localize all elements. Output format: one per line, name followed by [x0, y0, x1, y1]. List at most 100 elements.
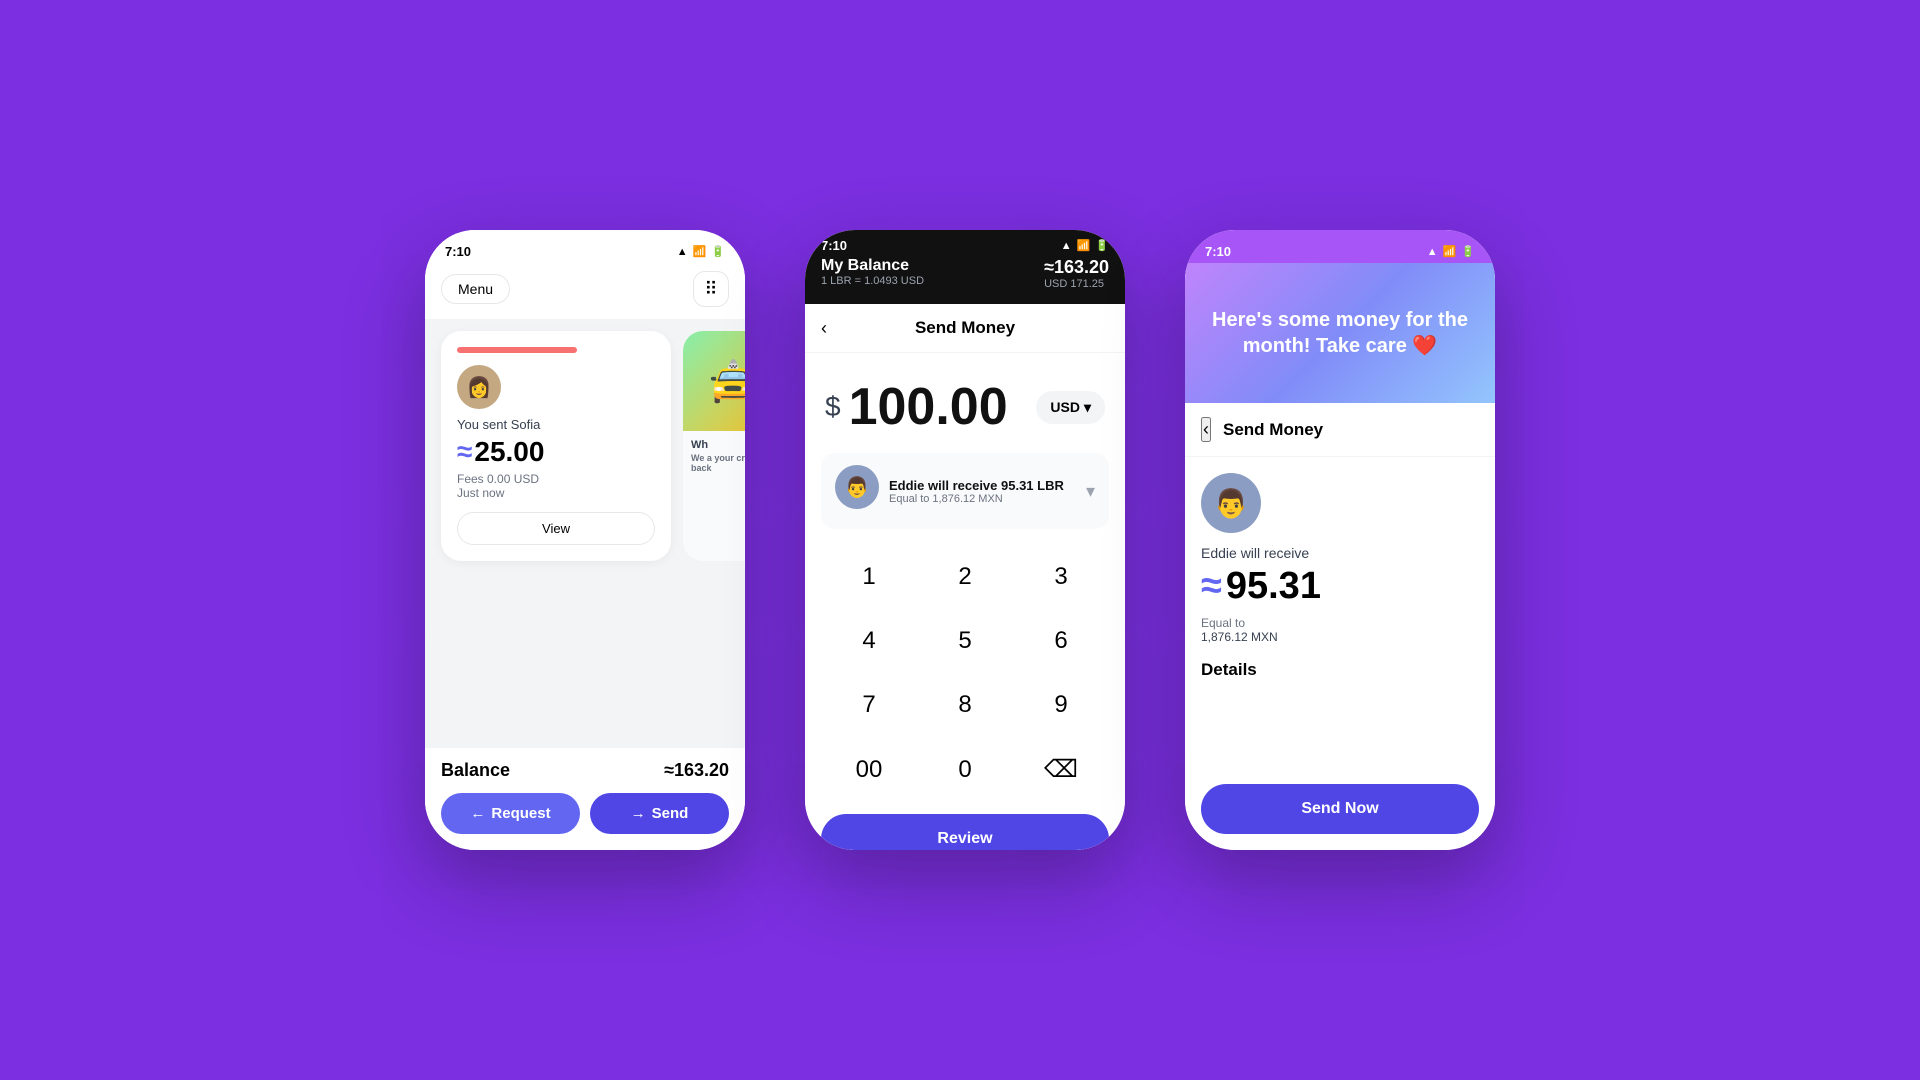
- num-00-key[interactable]: 00: [825, 741, 913, 798]
- expand-icon[interactable]: ▾: [1086, 481, 1095, 502]
- phone-3-status-icons: ▲ 📶 🔋: [1427, 245, 1475, 258]
- time-label: Just now: [457, 486, 655, 500]
- action-buttons: ← Request → Send: [441, 793, 729, 834]
- recipient-name: Eddie will receive 95.31 LBR: [889, 478, 1076, 493]
- currency-selector[interactable]: USD ▾: [1036, 391, 1105, 424]
- back-button[interactable]: ‹: [821, 318, 827, 339]
- phone-1-header: Menu ⠿: [425, 263, 745, 319]
- signal-icon-3: ▲: [1427, 246, 1438, 258]
- phones-container: 7:10 ▲ 📶 🔋 Menu ⠿ 👩: [425, 230, 1495, 850]
- recipient-row: 👨 Eddie will receive 95.31 LBR Equal to …: [821, 453, 1109, 529]
- cards-area: 👩 You sent Sofia ≈ 25.00 Fees 0.00 USD J…: [425, 319, 745, 573]
- numpad: 1 2 3 4 5 6 7 8 9 00 0 ⌫: [805, 549, 1125, 798]
- eddie-avatar-sm: 👨: [835, 465, 879, 509]
- recipient-section: 👨 Eddie will receive ≈ 95.31 Equal to 1,…: [1185, 457, 1495, 660]
- details-section: Details: [1185, 660, 1495, 688]
- battery-icon-2: 🔋: [1095, 239, 1109, 252]
- num-4-key[interactable]: 4: [825, 613, 913, 669]
- balance-amount: ≈163.20: [664, 760, 729, 781]
- num-7-key[interactable]: 7: [825, 677, 913, 733]
- balance-big-amount: ≈163.20: [1044, 257, 1109, 278]
- review-btn-container: Review: [805, 798, 1125, 850]
- balance-left: My Balance 1 LBR = 1.0493 USD: [821, 257, 924, 287]
- chevron-down-icon: ▾: [1084, 399, 1091, 416]
- phone-2-time: 7:10: [821, 238, 847, 253]
- send-button[interactable]: → Send: [590, 793, 729, 834]
- equal-to-label: Equal to: [1201, 616, 1479, 630]
- wifi-icon-3: 📶: [1443, 245, 1457, 258]
- phone-1-status-bar: 7:10 ▲ 📶 🔋: [425, 230, 745, 263]
- request-icon: ←: [470, 805, 485, 822]
- promo-image: 🚖: [683, 331, 745, 431]
- amount-number: 100.00: [849, 377, 1008, 437]
- battery-icon: 🔋: [711, 245, 725, 258]
- receive-amount: ≈ 95.31: [1201, 565, 1479, 608]
- wifi-icon: 📶: [693, 245, 707, 258]
- qr-button[interactable]: ⠿: [693, 271, 729, 307]
- num-8-key[interactable]: 8: [921, 677, 1009, 733]
- card-accent-bar: [457, 347, 577, 353]
- backspace-key[interactable]: ⌫: [1017, 741, 1105, 798]
- sofia-avatar: 👩: [457, 365, 501, 409]
- details-title: Details: [1201, 660, 1479, 680]
- send-money-header-3: ‹ Send Money: [1185, 403, 1495, 457]
- phone-1: 7:10 ▲ 📶 🔋 Menu ⠿ 👩: [425, 230, 745, 850]
- phone-3: 7:10 ▲ 📶 🔋 Here's some money for the mon…: [1185, 230, 1495, 850]
- request-button[interactable]: ← Request: [441, 793, 580, 834]
- menu-button[interactable]: Menu: [441, 274, 510, 304]
- num-5-key[interactable]: 5: [921, 613, 1009, 669]
- balance-right: ≈163.20 USD 171.25: [1044, 257, 1109, 290]
- send-icon: →: [631, 805, 646, 822]
- recipient-equiv: Equal to 1,876.12 MXN: [889, 493, 1076, 505]
- phone-3-time: 7:10: [1205, 244, 1231, 259]
- balance-footer: Balance ≈163.20 ← Request → Send: [425, 748, 745, 850]
- sent-label: You sent Sofia: [457, 417, 655, 432]
- will-receive-label: Eddie will receive: [1201, 545, 1479, 561]
- lbr-rate: 1 LBR = 1.0493 USD: [821, 275, 924, 287]
- qr-icon: ⠿: [704, 279, 717, 300]
- phone-2-status-bar: 7:10 ▲ 📶 🔋: [821, 238, 1109, 257]
- back-button-3[interactable]: ‹: [1201, 417, 1211, 442]
- dollar-sign: $: [825, 391, 841, 423]
- wifi-icon-2: 📶: [1077, 239, 1091, 252]
- phone-2: 7:10 ▲ 📶 🔋 My Balance 1 LBR = 1.0493 USD…: [805, 230, 1125, 850]
- usd-amount: USD 171.25: [1044, 278, 1109, 290]
- promo-card: 🚖 Wh We a your cryp back: [683, 331, 745, 561]
- hero-section: Here's some money for the month! Take ca…: [1185, 263, 1495, 403]
- send-money-title: Send Money: [915, 318, 1015, 338]
- hero-message: Here's some money for the month! Take ca…: [1205, 307, 1475, 359]
- num-1-key[interactable]: 1: [825, 549, 913, 605]
- promo-title: Wh We a your cryp back: [683, 431, 745, 481]
- signal-icon: ▲: [677, 246, 688, 258]
- view-button[interactable]: View: [457, 512, 655, 545]
- balance-row: Balance ≈163.20: [441, 760, 729, 781]
- tilde-icon-3: ≈: [1201, 565, 1222, 608]
- transaction-card: 👩 You sent Sofia ≈ 25.00 Fees 0.00 USD J…: [441, 331, 671, 561]
- num-0-key[interactable]: 0: [921, 741, 1009, 798]
- num-9-key[interactable]: 9: [1017, 677, 1105, 733]
- send-money-header: ‹ Send Money: [805, 304, 1125, 353]
- num-6-key[interactable]: 6: [1017, 613, 1105, 669]
- amount-display: $ 100.00 USD ▾: [805, 353, 1125, 453]
- balance-label: Balance: [441, 760, 510, 781]
- phone-2-header: 7:10 ▲ 📶 🔋 My Balance 1 LBR = 1.0493 USD…: [805, 230, 1125, 304]
- send-now-container: Send Now: [1185, 768, 1495, 850]
- fees-label: Fees 0.00 USD: [457, 472, 655, 486]
- phone-1-status-icons: ▲ 📶 🔋: [677, 245, 725, 258]
- send-money-title-3: Send Money: [1223, 420, 1323, 440]
- promo-subtitle: We a your cryp back: [691, 453, 745, 473]
- num-2-key[interactable]: 2: [921, 549, 1009, 605]
- battery-icon-3: 🔋: [1461, 245, 1475, 258]
- send-now-button[interactable]: Send Now: [1201, 784, 1479, 834]
- review-button[interactable]: Review: [821, 814, 1109, 850]
- phone-2-status-icons: ▲ 📶 🔋: [1061, 239, 1109, 252]
- num-3-key[interactable]: 3: [1017, 549, 1105, 605]
- recipient-info: Eddie will receive 95.31 LBR Equal to 1,…: [889, 478, 1076, 505]
- eddie-avatar-lg: 👨: [1201, 473, 1261, 533]
- my-balance-label: My Balance: [821, 257, 924, 275]
- phone-1-time: 7:10: [445, 244, 471, 259]
- phone-3-status-bar: 7:10 ▲ 📶 🔋: [1185, 230, 1495, 263]
- mxn-amount: 1,876.12 MXN: [1201, 630, 1479, 644]
- balance-header: My Balance 1 LBR = 1.0493 USD ≈163.20 US…: [821, 257, 1109, 290]
- sent-amount: ≈ 25.00: [457, 436, 655, 468]
